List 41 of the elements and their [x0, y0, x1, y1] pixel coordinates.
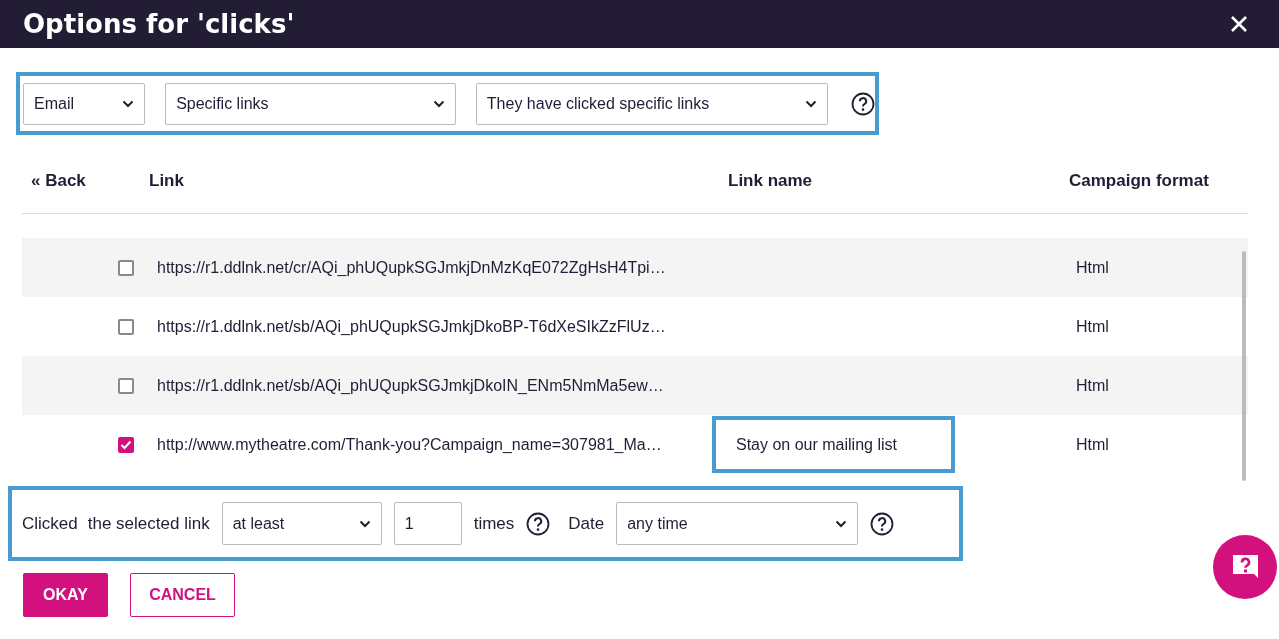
- campaign-format: Html: [1075, 435, 1110, 454]
- column-header: Link name: [727, 171, 814, 191]
- campaign-format: Html: [1075, 376, 1110, 395]
- okay-button[interactable]: OKAY: [23, 573, 108, 617]
- column-header: Campaign format: [1069, 171, 1210, 191]
- condition-label: Clicked: [22, 513, 78, 534]
- dialog-title: Options for 'clicks': [23, 9, 295, 39]
- link-url: https://r1.ddlnk.net/sb/AQi_phUQupkSGJmkjDkoIN_ENm5NmMa5ew…: [157, 376, 664, 395]
- help-icon[interactable]: [851, 91, 875, 116]
- help-icon[interactable]: [526, 511, 551, 536]
- date-dropdown[interactable]: any time: [616, 502, 859, 545]
- scrollbar[interactable]: [1242, 251, 1246, 481]
- dropdown[interactable]: Email: [23, 82, 146, 125]
- link-url: http://www.mytheatre.com/Thank-you?Campaign_name=307981_Ma…: [157, 435, 662, 454]
- dropdown[interactable]: Specific links: [165, 82, 456, 125]
- chevron-down-icon: [358, 519, 371, 528]
- checkbox[interactable]: [118, 318, 134, 335]
- checkbox[interactable]: [118, 377, 134, 394]
- checkbox[interactable]: [118, 436, 134, 453]
- condition-target: the selected link: [87, 513, 210, 534]
- column-header: Link: [148, 171, 185, 191]
- cancel-button[interactable]: CANCEL: [130, 573, 235, 617]
- date-label: Date: [568, 513, 605, 534]
- campaign-format: Html: [1075, 317, 1110, 336]
- checkbox[interactable]: [118, 259, 134, 276]
- campaign-format: Html: [1075, 258, 1110, 277]
- dropdown[interactable]: They have clicked specific links: [475, 82, 828, 125]
- chevron-down-icon: [835, 519, 848, 528]
- back-link[interactable]: « Back: [22, 171, 118, 191]
- help-icon[interactable]: [870, 511, 895, 536]
- link-url: https://r1.ddlnk.net/cr/AQi_phUQupkSGJmkjDnMzKqE072ZgHsH4Tpi…: [157, 258, 666, 277]
- unit-label: times: [473, 513, 515, 534]
- chevron-down-icon: [122, 99, 135, 108]
- close-icon[interactable]: [1230, 15, 1248, 33]
- count-field[interactable]: 1: [393, 502, 462, 545]
- operator-dropdown[interactable]: at least: [221, 502, 382, 545]
- link-name: Stay on our mailing list: [736, 435, 897, 454]
- chevron-down-icon: [805, 99, 817, 108]
- link-url: https://r1.ddlnk.net/sb/AQi_phUQupkSGJmkjDkoBP-T6dXeSIkZzFlUz…: [157, 317, 666, 336]
- help-chat-icon[interactable]: [1212, 534, 1278, 600]
- chevron-down-icon: [432, 99, 445, 108]
